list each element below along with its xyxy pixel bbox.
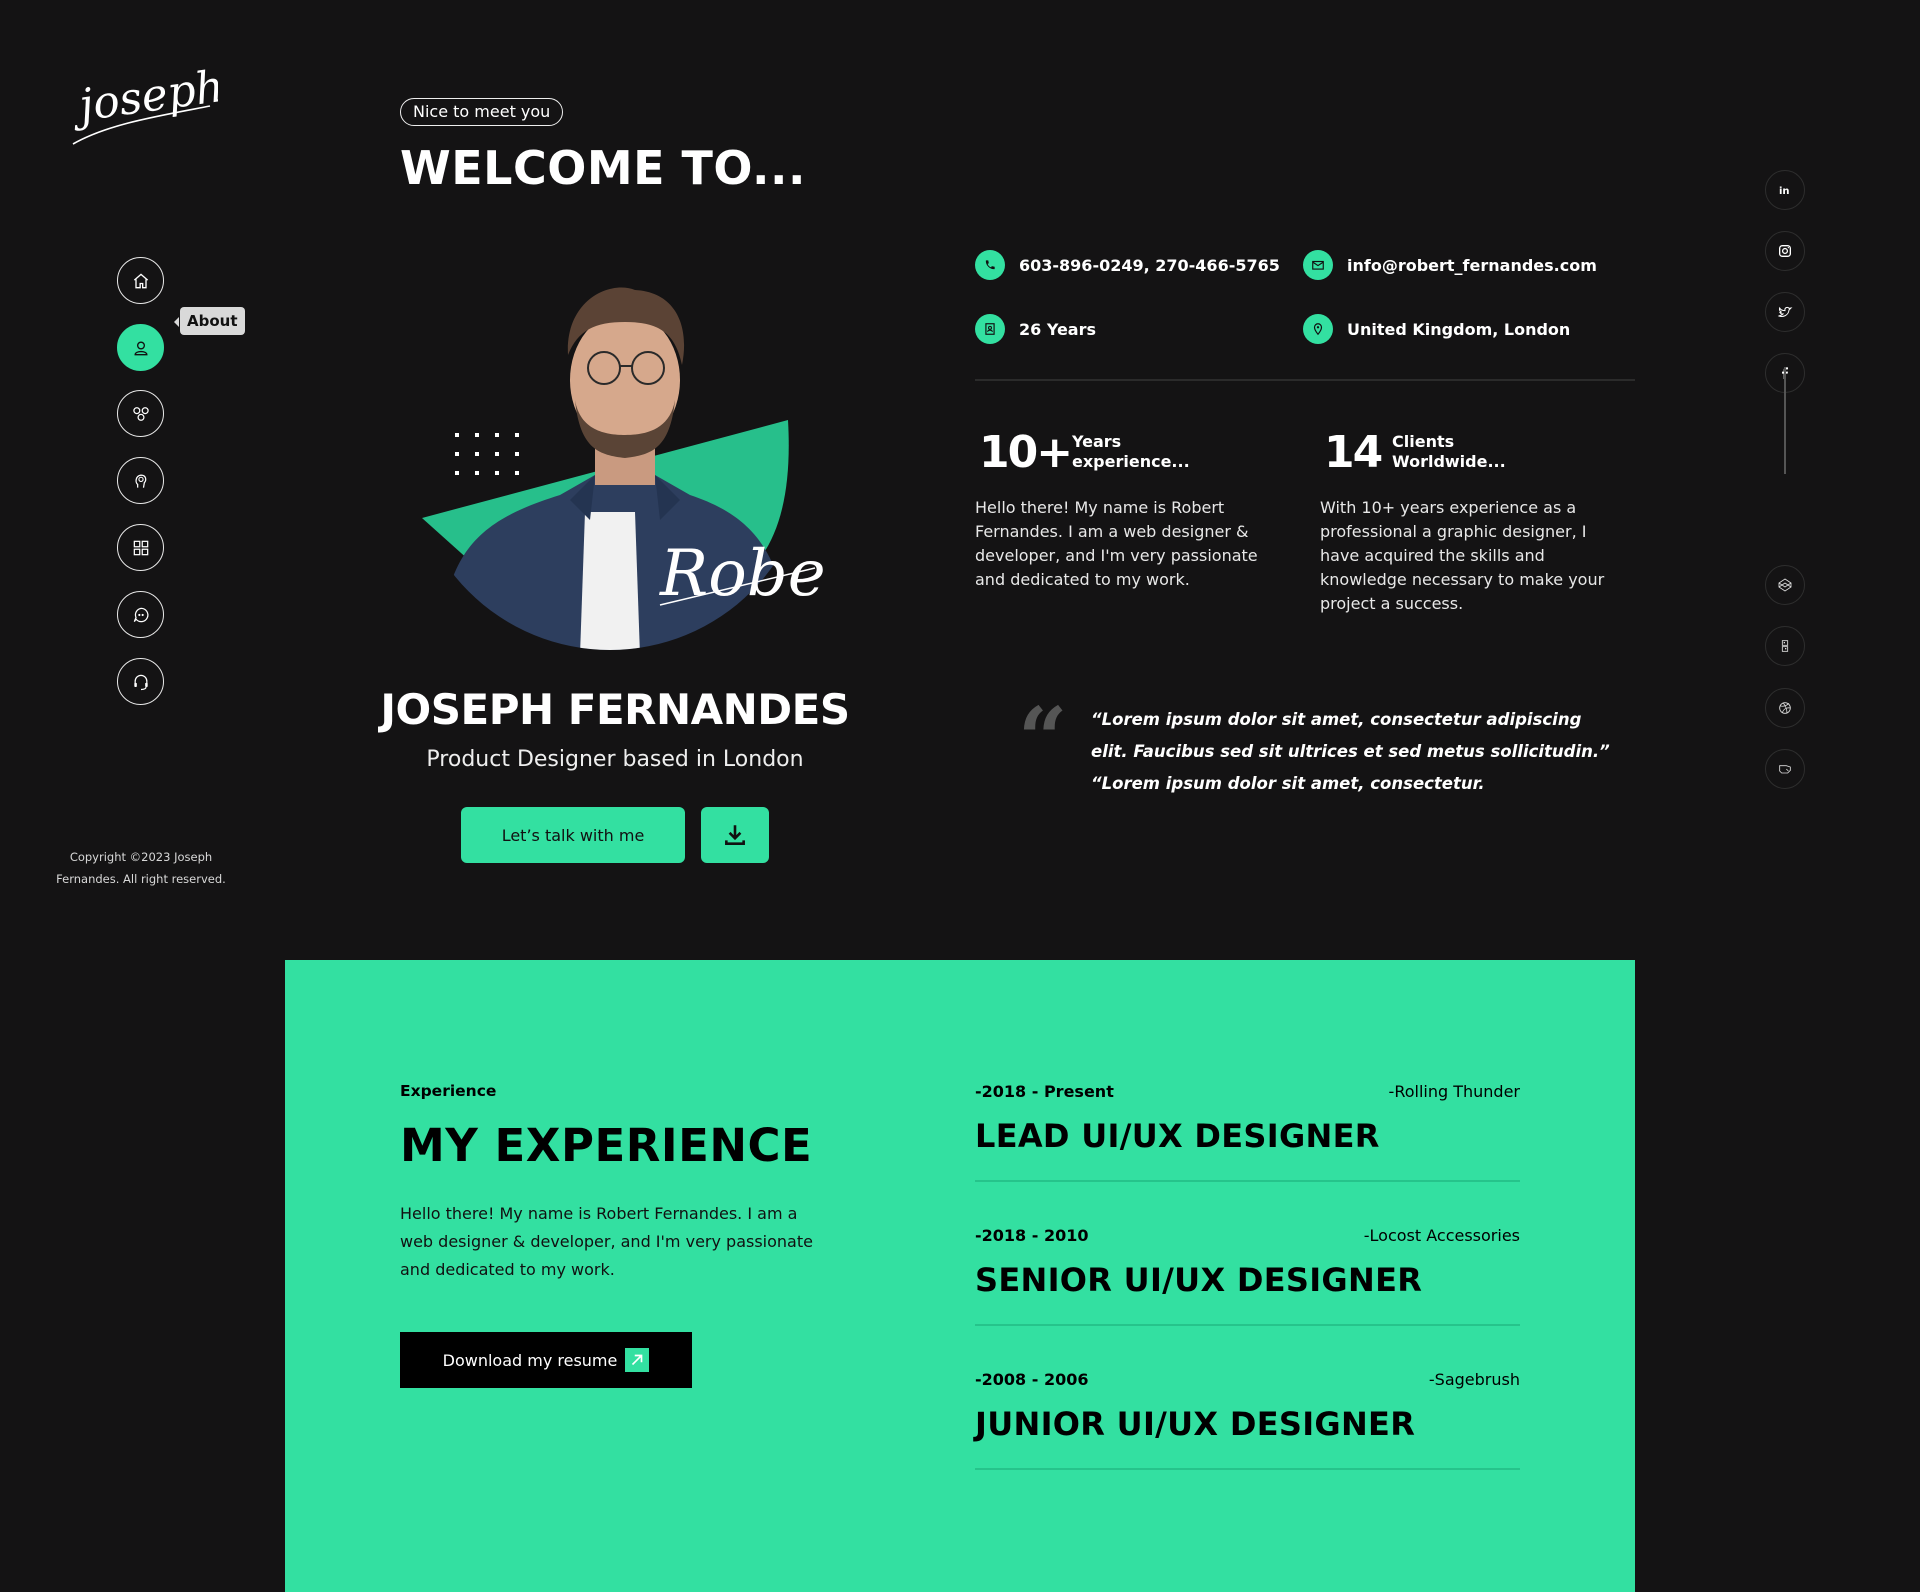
dribbble-icon xyxy=(1779,702,1791,714)
nav-about-button[interactable] xyxy=(117,324,164,371)
qr-link[interactable] xyxy=(1765,626,1805,666)
social-divider-line xyxy=(1784,367,1786,474)
location-text: United Kingdom, London xyxy=(1347,319,1571,339)
grid-icon xyxy=(133,540,148,555)
nav-contact-button[interactable] xyxy=(117,658,164,705)
stat-clients-label-line2: Worldwide... xyxy=(1392,452,1506,471)
job-divider xyxy=(975,1180,1520,1182)
svg-text:joseph: joseph xyxy=(68,66,218,133)
hand-link[interactable] xyxy=(1765,749,1805,789)
twitter-link[interactable] xyxy=(1765,292,1805,332)
mail-icon xyxy=(1303,250,1333,280)
instagram-icon xyxy=(1779,245,1791,257)
linkedin-link[interactable]: in xyxy=(1765,170,1805,210)
phone-icon xyxy=(975,250,1005,280)
job-dates: -2018 - Present xyxy=(975,1082,1114,1101)
portrait: Robert xyxy=(420,250,882,655)
svg-text:in: in xyxy=(1779,186,1790,197)
job-divider xyxy=(975,1324,1520,1326)
download-cv-button[interactable] xyxy=(701,807,769,863)
chat-icon xyxy=(133,607,148,622)
dribbble-link[interactable] xyxy=(1765,688,1805,728)
welcome-heading: WELCOME TO... xyxy=(400,141,806,195)
experience-description: Hello there! My name is Robert Fernandes… xyxy=(400,1204,813,1279)
stat-years-text: Hello there! My name is Robert Fernandes… xyxy=(975,498,1258,589)
twitter-icon xyxy=(1777,306,1793,317)
instagram-link[interactable] xyxy=(1765,231,1805,271)
job-item: -2008 - 2006 -Sagebrush JUNIOR UI/UX DESI… xyxy=(975,1370,1520,1470)
job-company: -Locost Accessories xyxy=(1363,1226,1520,1245)
nav-skills-button[interactable] xyxy=(117,457,164,504)
brain-icon xyxy=(134,474,146,488)
codepen-link[interactable] xyxy=(1765,565,1805,605)
job-company: -Rolling Thunder xyxy=(1388,1082,1520,1101)
job-company: -Sagebrush xyxy=(1428,1370,1520,1389)
job-title: LEAD UI/UX DESIGNER xyxy=(975,1117,1380,1155)
nav-services-button[interactable] xyxy=(117,390,164,437)
profile-subtitle: Product Designer based in London xyxy=(426,747,804,772)
stat-clients-number: 14 xyxy=(1324,427,1383,478)
stat-years-label: Years experience... xyxy=(1072,432,1190,472)
arrow-up-right-icon xyxy=(625,1348,650,1372)
logo[interactable]: joseph xyxy=(67,61,227,150)
nav-testimonials-button[interactable] xyxy=(117,591,164,638)
age-text: 26 Years xyxy=(1019,319,1097,339)
signature: Robert xyxy=(659,537,830,611)
divider xyxy=(975,379,1635,381)
experience-kicker: Experience xyxy=(400,1082,497,1100)
gears-icon xyxy=(132,406,149,421)
contact-email: info@robert_fernandes.com xyxy=(1303,250,1597,280)
logo-signature: joseph xyxy=(67,61,227,145)
download-resume-label: Download my resume xyxy=(442,1350,618,1370)
download-resume-button[interactable]: Download my resume xyxy=(400,1332,692,1388)
id-card-icon xyxy=(975,314,1005,344)
nav-portfolio-button[interactable] xyxy=(117,524,164,571)
qr-icon xyxy=(1781,640,1789,652)
job-title: JUNIOR UI/UX DESIGNER xyxy=(975,1405,1416,1443)
linkedin-icon: in xyxy=(1779,186,1790,197)
job-item: -2018 - 2010 -Locost Accessories SENIOR U… xyxy=(975,1226,1520,1326)
stat-clients-text: With 10+ years experience as a professio… xyxy=(1320,498,1605,613)
email-text[interactable]: info@robert_fernandes.com xyxy=(1347,256,1597,275)
experience-section: Experience MY EXPERIENCE Hello there! My… xyxy=(285,960,1635,1592)
quote-text: “Lorem ipsum dolor sit amet, consectetur… xyxy=(1091,710,1610,793)
job-dates: -2018 - 2010 xyxy=(975,1226,1089,1245)
user-icon xyxy=(133,341,148,355)
location-pin-icon xyxy=(1303,314,1333,344)
headset-icon xyxy=(133,674,148,690)
job-divider xyxy=(975,1468,1520,1470)
quote-mark-icon: “ xyxy=(1018,689,1068,790)
download-icon xyxy=(725,825,745,845)
contact-phone: 603-896-0249, 270-466-5765 xyxy=(975,250,1280,280)
stat-years-number: 10+ xyxy=(979,427,1073,478)
talk-button[interactable]: Let’s talk with me xyxy=(461,807,685,863)
greeting-pill: Nice to meet you xyxy=(400,98,564,126)
job-title: SENIOR UI/UX DESIGNER xyxy=(975,1261,1423,1299)
job-item: -2018 - Present -Rolling Thunder LEAD UI/… xyxy=(975,1082,1520,1182)
experience-title: MY EXPERIENCE xyxy=(400,1119,813,1172)
phone-text[interactable]: 603-896-0249, 270-466-5765 xyxy=(1019,256,1280,275)
home-icon xyxy=(133,272,148,288)
stat-years-label-line2: experience... xyxy=(1072,452,1190,471)
nav-home-button[interactable] xyxy=(117,257,164,304)
dot-pattern xyxy=(455,433,519,475)
copyright: Copyright ©2023 Joseph Fernandes. All ri… xyxy=(56,850,226,886)
job-dates: -2008 - 2006 xyxy=(975,1370,1089,1389)
contact-location: United Kingdom, London xyxy=(1303,314,1570,344)
stat-clients-label-line1: Clients xyxy=(1392,432,1455,451)
profile-name: JOSEPH FERNANDES xyxy=(380,685,850,734)
stat-clients-label: Clients Worldwide... xyxy=(1392,432,1506,472)
contact-age: 26 Years xyxy=(975,314,1096,344)
nav-tooltip: About xyxy=(174,307,245,335)
codepen-icon xyxy=(1778,578,1792,592)
stat-years-label-line1: Years xyxy=(1072,432,1122,451)
hand-icon xyxy=(1779,765,1791,774)
